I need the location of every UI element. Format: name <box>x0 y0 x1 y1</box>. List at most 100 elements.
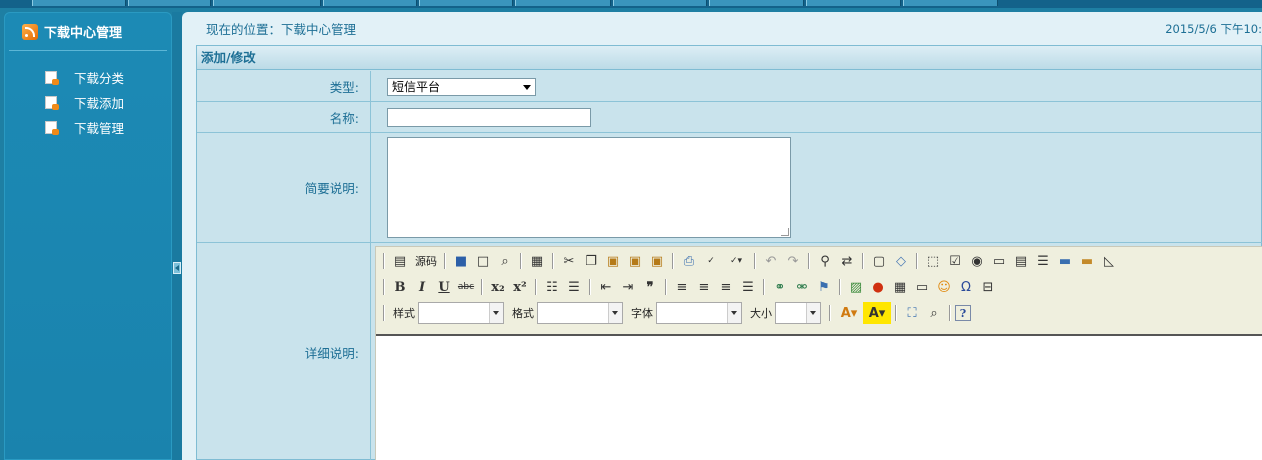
top-nav-tab[interactable] <box>213 0 321 6</box>
align-right-icon[interactable]: ≡ <box>715 276 737 298</box>
paste-word-icon[interactable]: ▣ <box>646 250 668 272</box>
name-input[interactable] <box>387 108 591 127</box>
select-field-icon[interactable]: ☰ <box>1032 250 1054 272</box>
page-break-icon[interactable]: ⊟ <box>977 276 999 298</box>
image-icon[interactable]: ▨ <box>845 276 867 298</box>
paste-text-icon[interactable]: ▣ <box>624 250 646 272</box>
underline-icon[interactable]: U <box>433 276 455 298</box>
image-button-icon[interactable]: ▬ <box>1076 250 1098 272</box>
templates-icon[interactable]: ▦ <box>526 250 548 272</box>
toolbar-separator <box>383 253 385 269</box>
form-icon[interactable]: ⬚ <box>922 250 944 272</box>
sidebar-item-label[interactable]: 下载添加 <box>74 93 124 112</box>
checkbox-icon[interactable]: ☑ <box>944 250 966 272</box>
rss-icon <box>22 23 38 40</box>
spell-check-dropdown-icon[interactable]: ✓▾ <box>722 250 750 272</box>
top-nav-tab[interactable] <box>128 0 211 6</box>
anchor-flag-icon[interactable]: ⚑ <box>813 276 835 298</box>
replace-icon[interactable]: ⇄ <box>836 250 858 272</box>
text-field-icon[interactable]: ▭ <box>988 250 1010 272</box>
save-icon[interactable]: ■ <box>450 250 472 272</box>
find-icon[interactable]: ⚲ <box>814 250 836 272</box>
special-char-icon[interactable]: Ω <box>955 276 977 298</box>
cut-icon[interactable]: ✂ <box>558 250 580 272</box>
top-nav-tab[interactable] <box>806 0 901 6</box>
show-blocks-icon[interactable]: ⌕ <box>923 302 945 324</box>
sidebar-item-download-manage[interactable]: 下载管理 <box>5 115 171 140</box>
align-left-icon[interactable]: ≡ <box>671 276 693 298</box>
size-combo[interactable] <box>775 302 821 324</box>
top-nav-tab[interactable] <box>613 0 707 6</box>
spell-check-icon[interactable]: ✓ <box>700 250 722 272</box>
top-nav-tab[interactable] <box>32 0 126 6</box>
numbered-list-icon[interactable]: ☷ <box>541 276 563 298</box>
align-center-icon[interactable]: ≡ <box>693 276 715 298</box>
outdent-icon[interactable]: ⇤ <box>595 276 617 298</box>
background-color-icon[interactable]: A▾ <box>863 302 891 324</box>
textarea-icon[interactable]: ▤ <box>1010 250 1032 272</box>
undo-icon[interactable]: ↶ <box>760 250 782 272</box>
smiley-icon[interactable]: ☺ <box>933 276 955 298</box>
maximize-icon[interactable]: ⛶ <box>901 302 923 324</box>
indent-icon[interactable]: ⇥ <box>617 276 639 298</box>
button-field-icon[interactable]: ▬ <box>1054 250 1076 272</box>
resize-handle-icon[interactable] <box>781 228 789 236</box>
type-select[interactable]: 短信平台 <box>387 78 536 96</box>
horizontal-rule-icon[interactable]: ▭ <box>911 276 933 298</box>
panel-title: 添加/修改 <box>197 46 1261 70</box>
sidebar-item-label[interactable]: 下载管理 <box>74 118 124 137</box>
flash-icon[interactable]: ● <box>867 276 889 298</box>
chevron-down-icon[interactable] <box>806 303 820 323</box>
source-icon[interactable]: ▤ <box>389 250 411 272</box>
paste-icon[interactable]: ▣ <box>602 250 624 272</box>
toolbar-separator <box>552 253 554 269</box>
redo-icon[interactable]: ↷ <box>782 250 804 272</box>
align-justify-icon[interactable]: ☰ <box>737 276 759 298</box>
top-nav-tab[interactable] <box>515 0 611 6</box>
text-color-icon[interactable]: A▾ <box>835 302 863 324</box>
format-combo[interactable] <box>537 302 623 324</box>
editor-toolbar-row-1: ▤ 源码 ■ □ ⌕ ▦ ✂ ❐ ▣ ▣ ▣ ⎙ ✓ ✓▾ ↶ ↷ ⚲ ⇄ ▢ … <box>376 248 1120 274</box>
bold-icon[interactable]: B <box>389 276 411 298</box>
unlink-icon[interactable]: ⚮ <box>791 276 813 298</box>
style-combo[interactable] <box>418 302 504 324</box>
chevron-down-icon[interactable] <box>608 303 622 323</box>
sidebar-item-download-category[interactable]: 下载分类 <box>5 65 171 90</box>
print-icon[interactable]: ⎙ <box>678 250 700 272</box>
form-row-detail: 详细说明: ▤ 源码 ■ □ ⌕ ▦ ✂ ❐ ▣ ▣ ▣ ⎙ ✓ ✓▾ ↶ ↷ … <box>197 243 1262 460</box>
preview-icon[interactable]: ⌕ <box>494 250 516 272</box>
top-nav-bar <box>0 0 1262 8</box>
blockquote-icon[interactable]: ❞ <box>639 276 661 298</box>
sidebar-splitter[interactable] <box>172 12 182 460</box>
top-nav-tab[interactable] <box>419 0 513 6</box>
type-label: 类型: <box>197 71 371 101</box>
help-icon[interactable]: ? <box>955 305 971 321</box>
subscript-icon[interactable]: x₂ <box>487 276 509 298</box>
select-all-icon[interactable]: ▢ <box>868 250 890 272</box>
strikethrough-icon[interactable]: abc <box>455 276 477 298</box>
remove-format-icon[interactable]: ◇ <box>890 250 912 272</box>
editor-content-area[interactable] <box>376 334 1262 460</box>
radio-icon[interactable]: ◉ <box>966 250 988 272</box>
toolbar-separator <box>754 253 756 269</box>
top-nav-tab[interactable] <box>323 0 417 6</box>
link-icon[interactable]: ⚭ <box>769 276 791 298</box>
hidden-field-icon[interactable]: ◺ <box>1098 250 1120 272</box>
new-page-icon[interactable]: □ <box>472 250 494 272</box>
collapse-sidebar-icon[interactable] <box>173 262 181 274</box>
toolbar-separator <box>672 253 674 269</box>
sidebar-item-label[interactable]: 下载分类 <box>74 68 124 87</box>
chevron-down-icon[interactable] <box>727 303 741 323</box>
summary-textarea[interactable] <box>387 137 791 238</box>
table-icon[interactable]: ▦ <box>889 276 911 298</box>
sidebar-item-download-add[interactable]: 下载添加 <box>5 90 171 115</box>
top-nav-tab[interactable] <box>903 0 998 6</box>
top-nav-tab[interactable] <box>709 0 804 6</box>
superscript-icon[interactable]: x² <box>509 276 531 298</box>
chevron-down-icon[interactable] <box>489 303 503 323</box>
font-combo[interactable] <box>656 302 742 324</box>
italic-icon[interactable]: I <box>411 276 433 298</box>
copy-icon[interactable]: ❐ <box>580 250 602 272</box>
bullet-list-icon[interactable]: ☰ <box>563 276 585 298</box>
source-button-label[interactable]: 源码 <box>415 253 437 269</box>
